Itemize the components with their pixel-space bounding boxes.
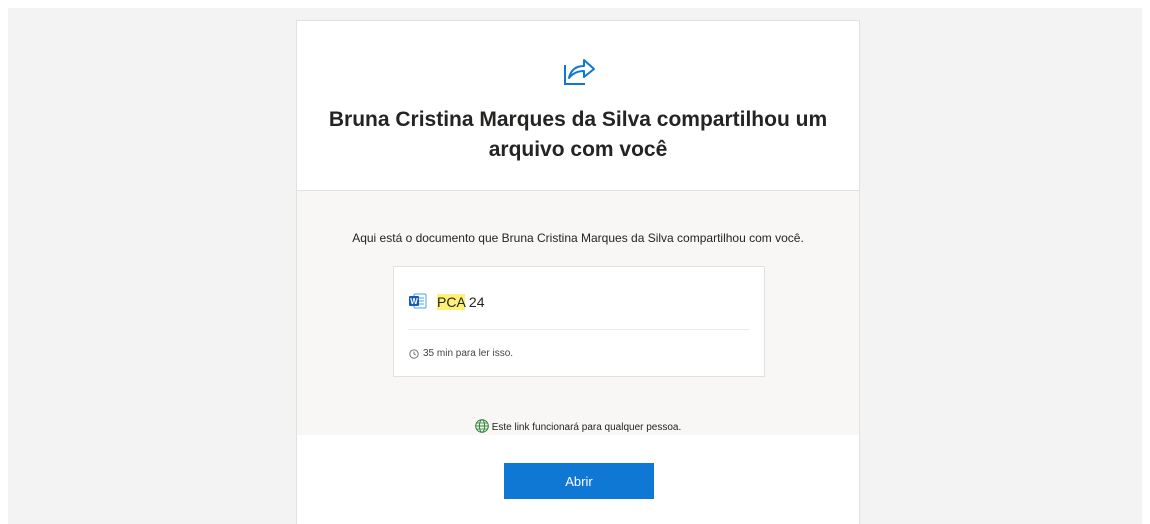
file-divider bbox=[408, 329, 749, 330]
share-body: Aqui está o documento que Bruna Cristina… bbox=[297, 191, 859, 435]
file-name-highlight: PCA bbox=[437, 294, 466, 310]
file-name[interactable]: PCA 24 bbox=[437, 293, 484, 311]
share-card: Bruna Cristina Marques da Silva comparti… bbox=[296, 20, 860, 524]
share-description: Aqui está o documento que Bruna Cristina… bbox=[352, 231, 804, 245]
share-header: Bruna Cristina Marques da Silva comparti… bbox=[297, 21, 859, 191]
read-time: 35 min para ler isso. bbox=[423, 348, 514, 359]
open-button[interactable]: Abrir bbox=[504, 463, 654, 499]
share-title: Bruna Cristina Marques da Silva comparti… bbox=[328, 108, 828, 161]
file-card[interactable]: W PCA 24 35 min para ler isso. bbox=[393, 266, 765, 377]
word-doc-icon: W bbox=[409, 293, 427, 309]
link-note: Este link funcionará para qualquer pesso… bbox=[297, 419, 859, 433]
clock-icon bbox=[409, 349, 419, 359]
svg-text:W: W bbox=[410, 297, 418, 306]
file-name-rest: 24 bbox=[465, 294, 485, 310]
link-note-text: Este link funcionará para qualquer pesso… bbox=[491, 422, 682, 433]
globe-icon bbox=[474, 419, 489, 433]
share-arrow-icon bbox=[564, 59, 595, 85]
